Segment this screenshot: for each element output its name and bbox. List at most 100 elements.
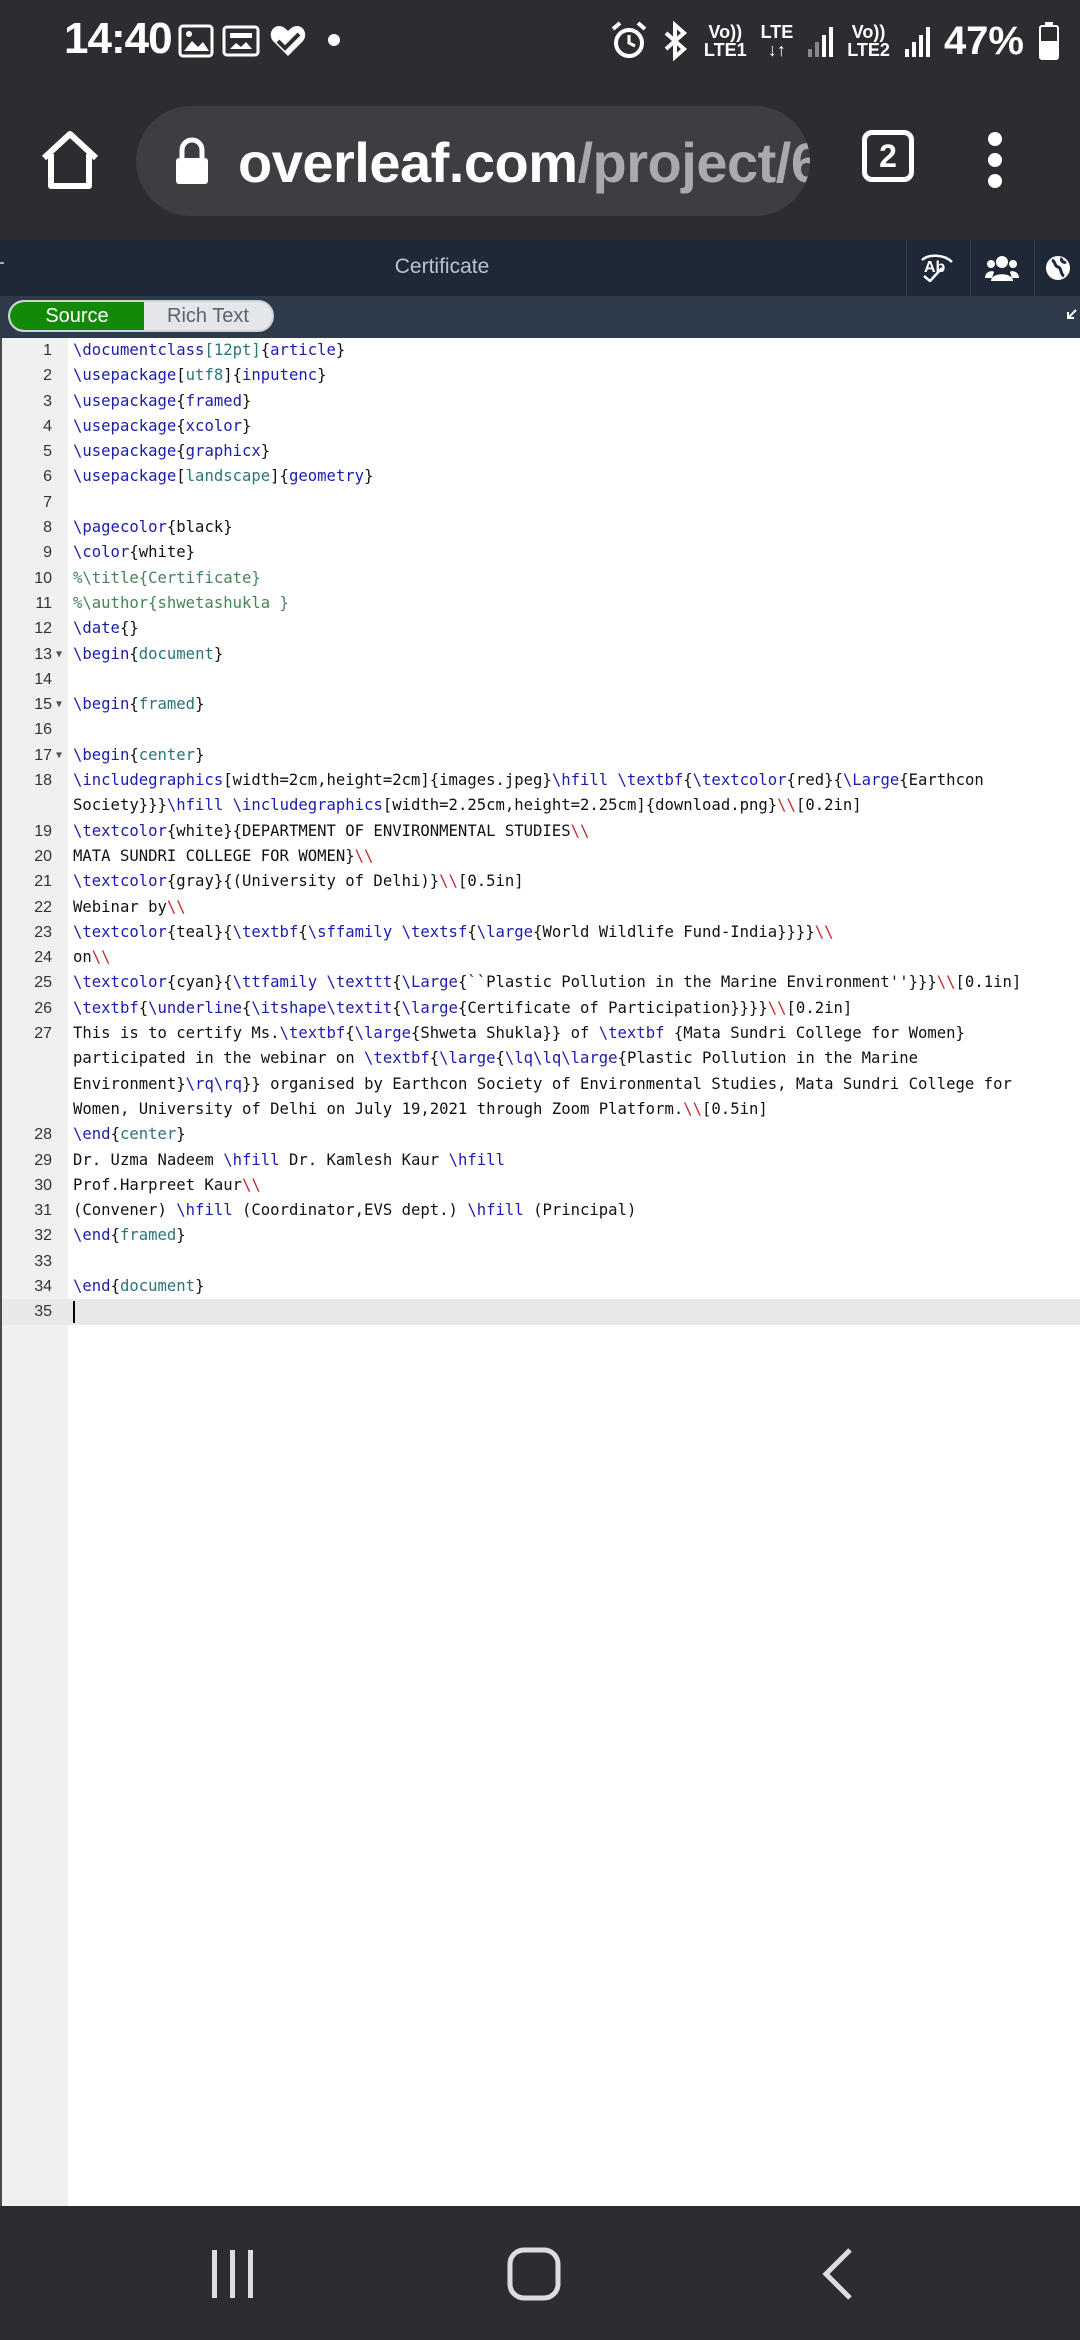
code-text[interactable]: \end{framed} bbox=[73, 1223, 1043, 1248]
code-text[interactable]: \textbf{\underline{\itshape\textit{\larg… bbox=[73, 996, 1043, 1021]
code-text[interactable]: on\\ bbox=[73, 945, 1043, 970]
code-line[interactable]: 30 Prof.Harpreet Kaur\\ bbox=[2, 1173, 1080, 1198]
code-line[interactable]: 34 \end{document} bbox=[2, 1274, 1080, 1299]
code-text[interactable]: \textcolor{gray}{(University of Delhi)}\… bbox=[73, 869, 1043, 894]
code-line[interactable]: 19 \textcolor{white}{DEPARTMENT OF ENVIRO… bbox=[2, 819, 1080, 844]
code-text[interactable]: ​ bbox=[73, 717, 1043, 742]
url-bar[interactable]: overleaf.com/project/61 bbox=[136, 106, 810, 216]
code-text[interactable]: %\author{shwetashukla } bbox=[73, 591, 1043, 616]
code-line[interactable]: 23 \textcolor{teal}{\textbf{\sffamily \te… bbox=[2, 920, 1080, 945]
code-text[interactable]: \usepackage{xcolor} bbox=[73, 414, 1043, 439]
url-text[interactable]: overleaf.com/project/61 bbox=[238, 130, 810, 195]
code-text[interactable]: \usepackage[landscape]{geometry} bbox=[73, 464, 1043, 489]
code-text[interactable]: \textcolor{white}{DEPARTMENT OF ENVIRONM… bbox=[73, 819, 1043, 844]
code-text[interactable]: ​ bbox=[73, 490, 1043, 515]
code-text[interactable]: MATA SUNDRI COLLEGE FOR WOMEN}\\ bbox=[73, 844, 1043, 869]
lock-icon[interactable] bbox=[172, 136, 212, 186]
code-text[interactable]: \usepackage{framed} bbox=[73, 389, 1043, 414]
code-line[interactable]: 35 bbox=[2, 1299, 1080, 1325]
overflow-menu-icon[interactable] bbox=[984, 128, 1008, 192]
code-text[interactable]: %\title{Certificate} bbox=[73, 566, 1043, 591]
code-text[interactable]: ​ bbox=[73, 667, 1043, 692]
code-line[interactable]: 24 on\\ bbox=[2, 945, 1080, 970]
network-lte2: Vo)) LTE2 bbox=[847, 23, 890, 59]
back-icon[interactable] bbox=[808, 2242, 872, 2306]
code-line[interactable]: 18 \includegraphics[width=2cm,height=2cm]… bbox=[2, 768, 1080, 819]
code-line[interactable]: 2 \usepackage[utf8]{inputenc} bbox=[2, 363, 1080, 388]
code-text[interactable]: \begin{framed} bbox=[73, 692, 1043, 717]
code-line[interactable]: 5 \usepackage{graphicx} bbox=[2, 439, 1080, 464]
code-line[interactable]: 6 \usepackage[landscape]{geometry} bbox=[2, 464, 1080, 489]
code-line[interactable]: 3 \usepackage{framed} bbox=[2, 389, 1080, 414]
line-number: 26 bbox=[34, 999, 52, 1017]
code-text[interactable]: Webinar by\\ bbox=[73, 895, 1043, 920]
code-text[interactable]: \documentclass[12pt]{article} bbox=[73, 338, 1043, 363]
code-line[interactable]: 8 \pagecolor{black} bbox=[2, 515, 1080, 540]
code-line[interactable]: 32 \end{framed} bbox=[2, 1223, 1080, 1248]
code-text[interactable]: ​ bbox=[73, 1249, 1043, 1274]
code-text[interactable] bbox=[73, 1299, 1043, 1324]
code-line[interactable]: 20 MATA SUNDRI COLLEGE FOR WOMEN}\\ bbox=[2, 844, 1080, 869]
code-text[interactable]: Prof.Harpreet Kaur\\ bbox=[73, 1173, 1043, 1198]
code-text[interactable]: \begin{document} bbox=[73, 642, 1043, 667]
home-icon[interactable] bbox=[38, 128, 102, 192]
code-line[interactable]: 16 ​ bbox=[2, 717, 1080, 742]
code-text[interactable]: \end{center} bbox=[73, 1122, 1043, 1147]
code-text[interactable]: \begin{center} bbox=[73, 743, 1043, 768]
share-button[interactable] bbox=[970, 240, 1032, 296]
code-text[interactable]: Dr. Uzma Nadeem \hfill Dr. Kamlesh Kaur … bbox=[73, 1148, 1043, 1173]
code-text[interactable]: \end{document} bbox=[73, 1274, 1043, 1299]
code-text[interactable]: \color{white} bbox=[73, 540, 1043, 565]
code-line[interactable]: 13 ▼ \begin{document} bbox=[2, 642, 1080, 667]
code-line[interactable]: 7​ bbox=[2, 490, 1080, 515]
tab-switcher-button[interactable]: 2 bbox=[862, 130, 914, 182]
recent-apps-icon[interactable] bbox=[200, 2242, 264, 2306]
line-number: 8 bbox=[43, 519, 52, 537]
code-text[interactable]: \textcolor{cyan}{\ttfamily \texttt{\Larg… bbox=[73, 970, 1043, 995]
fold-arrow-icon[interactable]: ▼ bbox=[56, 692, 62, 717]
code-text[interactable]: This is to certify Ms.\textbf{\large{Shw… bbox=[73, 1021, 1043, 1122]
code-text[interactable]: \usepackage{graphicx} bbox=[73, 439, 1043, 464]
code-line[interactable]: 4 \usepackage{xcolor} bbox=[2, 414, 1080, 439]
code-line[interactable]: 14 ​ bbox=[2, 667, 1080, 692]
code-line[interactable]: 28 \end{center} bbox=[2, 1122, 1080, 1147]
code-line[interactable]: 1 \documentclass[12pt]{article} bbox=[2, 338, 1080, 363]
code-line[interactable]: 11 %\author{shwetashukla } bbox=[2, 591, 1080, 616]
code-line[interactable]: 29 Dr. Uzma Nadeem \hfill Dr. Kamlesh Kau… bbox=[2, 1148, 1080, 1173]
toggle-source[interactable]: Source bbox=[10, 302, 144, 330]
code-line[interactable]: 31 (Convener) \hfill (Coordinator,EVS dep… bbox=[2, 1198, 1080, 1223]
bluetooth-icon bbox=[664, 21, 687, 61]
editor-mode-toggle[interactable]: Source Rich Text bbox=[8, 300, 274, 332]
toggle-rich-text[interactable]: Rich Text bbox=[144, 302, 272, 330]
code-line[interactable]: 33 ​ bbox=[2, 1249, 1080, 1274]
code-text[interactable]: \includegraphics[width=2cm,height=2cm]{i… bbox=[73, 768, 1043, 819]
line-number: 23 bbox=[34, 923, 52, 941]
publish-button[interactable] bbox=[1034, 240, 1080, 296]
code-text[interactable]: (Convener) \hfill (Coordinator,EVS dept.… bbox=[73, 1198, 1043, 1223]
code-line[interactable]: 10 %\title{Certificate} bbox=[2, 566, 1080, 591]
code-line[interactable]: 15 ▼ \begin{framed} bbox=[2, 692, 1080, 717]
code-text[interactable]: \textcolor{teal}{\textbf{\sffamily \text… bbox=[73, 920, 1043, 945]
net-lte-label: LTE bbox=[760, 22, 794, 42]
code-editor[interactable]: 1 \documentclass[12pt]{article} 2 \usepacka… bbox=[0, 338, 1080, 2206]
code-line[interactable]: 17 ▼ \begin{center} bbox=[2, 743, 1080, 768]
code-text[interactable]: \usepackage[utf8]{inputenc} bbox=[73, 363, 1043, 388]
code-line[interactable]: 27 This is to certify Ms.\textbf{\large{S… bbox=[2, 1021, 1080, 1122]
code-line[interactable]: 9 \color{white} bbox=[2, 540, 1080, 565]
spellcheck-icon: Ab bbox=[920, 254, 953, 282]
code-text[interactable]: \pagecolor{black} bbox=[73, 515, 1043, 540]
code-line[interactable]: 12 \date{} bbox=[2, 616, 1080, 641]
project-title[interactable]: Certificate bbox=[0, 255, 884, 279]
code-line[interactable]: 21 \textcolor{gray}{(University of Delhi)… bbox=[2, 869, 1080, 894]
code-text[interactable]: \date{} bbox=[73, 616, 1043, 641]
code-line[interactable]: 26 \textbf{\underline{\itshape\textit{\la… bbox=[2, 996, 1080, 1021]
spellcheck-button[interactable]: Ab bbox=[906, 240, 968, 296]
code-line[interactable]: 25 \textcolor{cyan}{\ttfamily \texttt{\La… bbox=[2, 970, 1080, 995]
code-line[interactable]: 22 Webinar by\\ bbox=[2, 895, 1080, 920]
home-nav-icon[interactable] bbox=[502, 2242, 566, 2306]
code-area[interactable]: 1 \documentclass[12pt]{article} 2 \usepacka… bbox=[2, 338, 1080, 1325]
collapse-icon[interactable] bbox=[1064, 308, 1078, 322]
line-number: 29 bbox=[34, 1151, 52, 1169]
fold-arrow-icon[interactable]: ▼ bbox=[56, 743, 62, 768]
fold-arrow-icon[interactable]: ▼ bbox=[56, 642, 62, 667]
